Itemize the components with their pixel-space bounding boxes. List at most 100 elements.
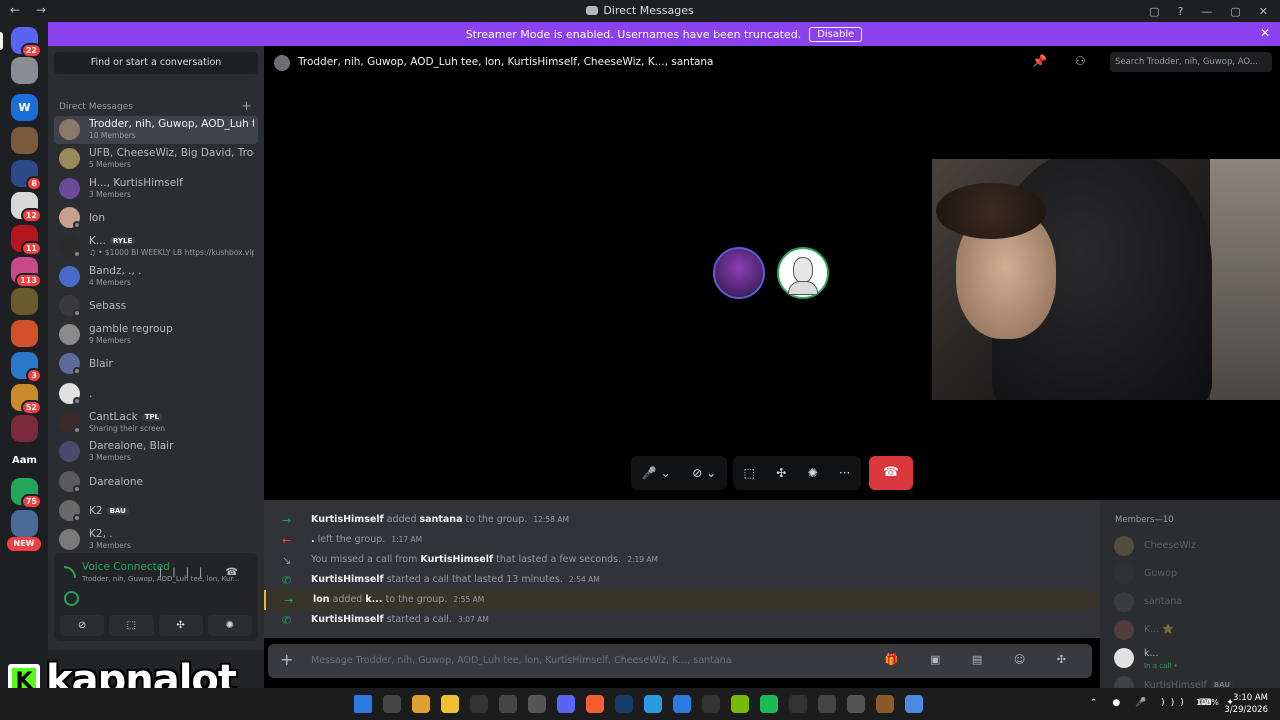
group-title[interactable]: Trodder, nih, Guwop, AOD_Luh tee, lon, K… xyxy=(298,56,713,68)
server-icon[interactable]: 52 xyxy=(11,384,42,415)
attach-plus-icon[interactable]: + xyxy=(280,650,293,669)
message-user[interactable]: KurtisHimself xyxy=(311,614,384,625)
dm-item[interactable]: gamble regroup 9 Members xyxy=(54,321,258,349)
dm-item[interactable]: UFB, CheeseWiz, Big David, Trodder5 Memb… xyxy=(54,145,258,173)
search-input[interactable]: Search Trodder, nih, Guwop, AO... xyxy=(1110,52,1272,72)
member-item[interactable]: santana xyxy=(1114,590,1274,614)
inbox-icon[interactable]: ▢ xyxy=(1149,5,1159,18)
taskbar-app-icon[interactable] xyxy=(499,695,517,713)
taskbar-app-icon[interactable] xyxy=(586,695,604,713)
message-target[interactable]: KurtisHimself xyxy=(420,554,493,565)
taskbar-app-icon[interactable] xyxy=(876,695,894,713)
dm-item[interactable]: K2 BAU xyxy=(54,497,258,525)
message-target[interactable]: santana xyxy=(420,514,463,525)
help-icon[interactable]: ? xyxy=(1178,5,1184,18)
message-user[interactable]: KurtisHimself xyxy=(311,574,384,585)
soundboard-button[interactable]: ✺ xyxy=(207,615,252,636)
taskbar-app-icon[interactable] xyxy=(383,695,401,713)
taskbar-app-icon[interactable] xyxy=(789,695,807,713)
window-controls[interactable]: ▢ ? — ▢ ✕ xyxy=(1149,0,1280,22)
dm-item[interactable]: lon xyxy=(54,204,258,232)
system-message[interactable]: ↘ You missed a call from KurtisHimself th… xyxy=(264,550,1100,570)
taskbar-app-icon[interactable] xyxy=(905,695,923,713)
message-input[interactable]: Message Trodder, nih, Guwop, AOD_Luh tee… xyxy=(311,655,732,666)
soundboard-icon[interactable]: ✺ xyxy=(808,466,818,480)
server-icon[interactable] xyxy=(11,510,38,537)
taskbar-app-icon[interactable] xyxy=(615,695,633,713)
close-banner-icon[interactable]: ✕ xyxy=(1260,26,1270,40)
server-icon[interactable]: NEW xyxy=(7,537,41,551)
taskbar-app-icon[interactable] xyxy=(673,695,691,713)
webcam-video[interactable] xyxy=(932,159,1280,400)
voice-actions[interactable]: |||| ☎ xyxy=(159,567,248,578)
server-icon[interactable]: 22 xyxy=(11,27,42,58)
server-icon[interactable] xyxy=(11,320,38,347)
dm-item[interactable]: Trodder, nih, Guwop, AOD_Luh tee...10 Me… xyxy=(54,116,258,144)
activities-button[interactable]: ✣ xyxy=(158,615,203,636)
taskbar-app-icon[interactable] xyxy=(847,695,865,713)
system-message[interactable]: → KurtisHimself added santana to the grou… xyxy=(264,510,1100,530)
voice-status[interactable]: Voice Connected xyxy=(82,561,170,573)
system-message[interactable]: ✆ KurtisHimself started a call. 3:07 AM xyxy=(264,610,1100,630)
taskbar-app-icon[interactable] xyxy=(412,695,430,713)
dm-item[interactable]: H..., KurtisHimself 3 Members xyxy=(54,175,258,203)
server-icon[interactable]: 11 xyxy=(11,225,42,256)
taskbar-app-icon[interactable] xyxy=(470,695,488,713)
minimize-icon[interactable]: — xyxy=(1201,5,1212,18)
server-icon[interactable] xyxy=(11,288,38,315)
taskbar-app-icon[interactable] xyxy=(557,695,575,713)
message-composer[interactable]: + Message Trodder, nih, Guwop, AOD_Luh t… xyxy=(268,644,1092,678)
system-message[interactable]: ✆ KurtisHimself started a call that laste… xyxy=(264,570,1100,590)
member-item[interactable]: K... ⭐ xyxy=(1114,618,1274,642)
taskbar-app-icon[interactable] xyxy=(731,695,749,713)
dm-item[interactable]: Darealone, Blair 3 Members xyxy=(54,438,258,466)
taskbar-app-icon[interactable] xyxy=(528,695,546,713)
more-icon[interactable]: ··· xyxy=(839,466,850,480)
dm-item[interactable]: Darealone xyxy=(54,468,258,496)
battery-level[interactable]: 100% xyxy=(1196,698,1219,707)
dm-item[interactable]: K2, .3 Members xyxy=(54,526,258,554)
system-message[interactable]: ←. left the group. 1:17 AM xyxy=(264,530,1100,550)
message-target[interactable]: k... xyxy=(365,594,382,605)
server-icon[interactable] xyxy=(11,127,38,154)
participant-avatar[interactable] xyxy=(777,247,829,299)
system-message[interactable]: → lon added k... to the group. 2:55 AM xyxy=(264,590,1100,610)
share-screen-button[interactable]: ⬚ xyxy=(109,615,154,636)
taskbar-app-icon[interactable] xyxy=(441,695,459,713)
maximize-icon[interactable]: ▢ xyxy=(1230,5,1240,18)
disconnect-button[interactable]: ☎ xyxy=(869,456,913,490)
start-icon[interactable] xyxy=(354,695,372,713)
server-icon[interactable]: Aam xyxy=(11,447,38,474)
taskbar-app-icon[interactable] xyxy=(644,695,662,713)
message-user[interactable]: . xyxy=(311,534,315,545)
composer-actions[interactable]: 🎁 ▣ ▤ ☺ ✣ xyxy=(885,653,1080,666)
message-user[interactable]: lon xyxy=(313,594,330,605)
mic-toggle[interactable]: 🎤 ⌄ xyxy=(642,466,671,480)
dm-item[interactable]: Sebass xyxy=(54,292,258,320)
server-icon[interactable]: 12 xyxy=(11,192,42,223)
dm-item[interactable]: . xyxy=(54,380,258,408)
create-dm-icon[interactable]: + xyxy=(241,99,252,114)
clock[interactable]: 3:10 AM 3/29/2026 xyxy=(1224,692,1268,716)
message-user[interactable]: KurtisHimself xyxy=(311,514,384,525)
find-conversation-button[interactable]: Find or start a conversation xyxy=(54,52,258,74)
member-item[interactable]: k... In a call • xyxy=(1114,646,1274,670)
dm-item[interactable]: CantLack TPL Sharing their screen xyxy=(54,409,258,437)
server-icon[interactable]: 113 xyxy=(11,257,42,288)
signal-icon[interactable] xyxy=(64,566,76,578)
member-item[interactable]: CheeseWiz xyxy=(1114,534,1274,558)
disable-streamer-button[interactable]: Disable xyxy=(809,26,863,42)
member-item[interactable]: Guwop xyxy=(1114,562,1274,586)
taskbar-app-icon[interactable] xyxy=(818,695,836,713)
server-icon[interactable]: W xyxy=(11,94,38,121)
server-icon[interactable] xyxy=(11,57,38,84)
close-window-icon[interactable]: ✕ xyxy=(1259,5,1268,18)
taskbar-app-icon[interactable] xyxy=(702,695,720,713)
participant-avatar[interactable] xyxy=(713,247,765,299)
activities-icon[interactable]: ✣ xyxy=(776,466,786,480)
dm-item[interactable]: Blair xyxy=(54,350,258,378)
camera-toggle[interactable]: ⊘ ⌄ xyxy=(692,466,716,480)
server-icon[interactable]: 75 xyxy=(11,478,42,509)
dm-item[interactable]: Bandz, ., .4 Members xyxy=(54,263,258,291)
server-icon[interactable] xyxy=(11,415,38,442)
